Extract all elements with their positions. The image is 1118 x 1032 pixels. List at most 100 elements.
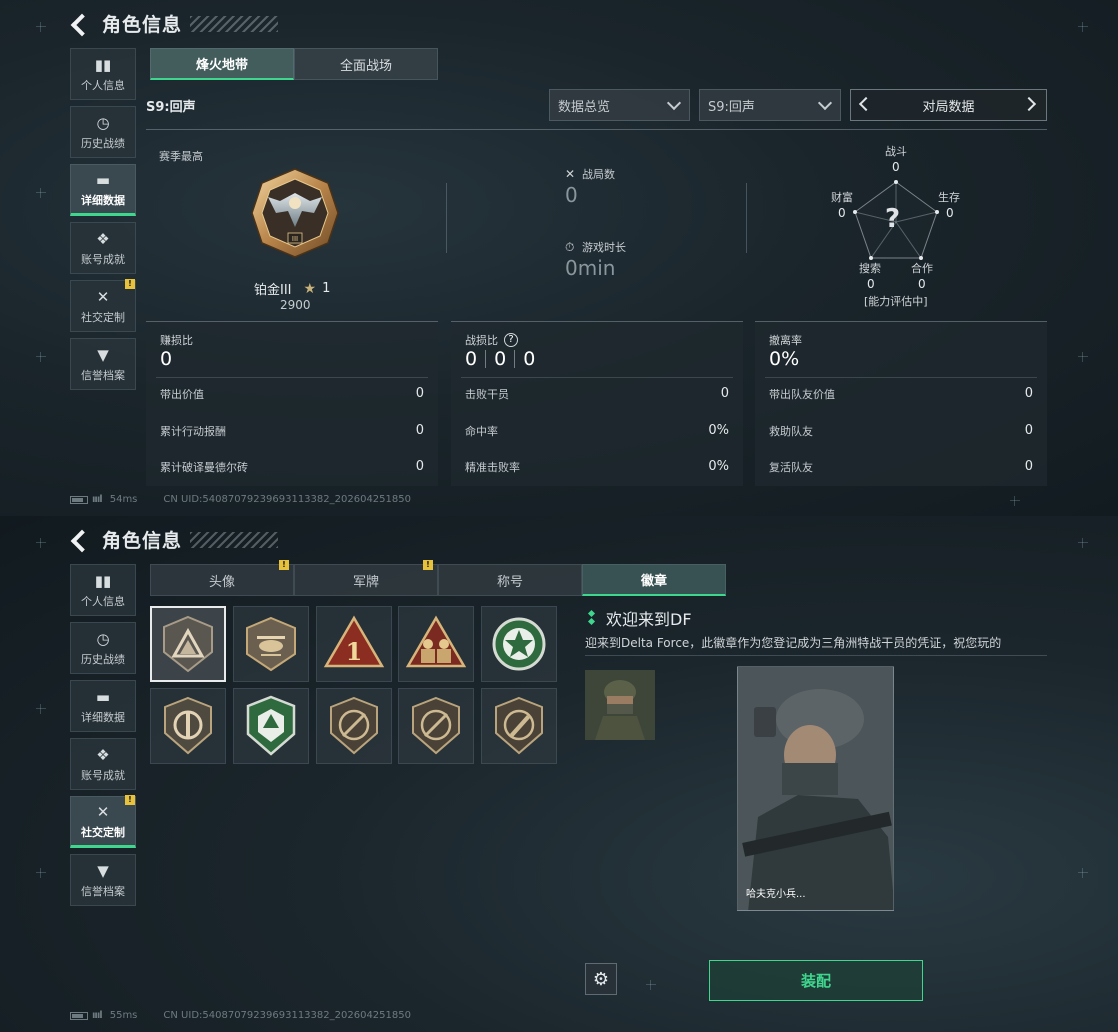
stat-row-value: 0	[1024, 423, 1033, 438]
tab-avatar[interactable]: 头像 !	[150, 560, 294, 596]
divider	[585, 655, 1047, 656]
playtime-value: 0min	[565, 256, 616, 280]
sidebar-item-personal-info[interactable]: ▮▮ 个人信息	[70, 564, 136, 616]
rank-stars: 1	[322, 281, 331, 296]
customization-tabs: 头像 ! 军牌 ! 称号 徽章	[150, 560, 726, 596]
soldiers-emblem-icon[interactable]	[398, 606, 474, 682]
battery-icon	[70, 495, 88, 504]
radar-wealth-label: 财富	[831, 191, 853, 204]
sidebar-item-label: 账号成就	[81, 252, 125, 266]
overview-dropdown[interactable]: 数据总览	[549, 89, 690, 121]
stat-row-value: 0	[1024, 386, 1033, 401]
back-arrow-icon[interactable]	[70, 13, 92, 35]
radar-combat-label: 战斗	[885, 145, 907, 158]
notification-badge: !	[125, 795, 135, 805]
sidebar-item-label: 账号成就	[81, 768, 125, 782]
operator-card[interactable]: 哈夫克小兵...	[737, 666, 894, 911]
radar-center-mark: ?	[885, 204, 901, 234]
grid-cross	[36, 868, 46, 878]
stat-row: 命中率 0%	[465, 423, 729, 439]
season-dropdown[interactable]: S9:回声	[699, 89, 841, 121]
settings-gear-button[interactable]: ⚙	[585, 963, 617, 995]
triangle-emblem-icon[interactable]	[150, 606, 226, 682]
notification-badge: !	[423, 560, 433, 570]
badge-detail-title: 欢迎来到DF	[588, 606, 692, 630]
grid-cross	[1010, 496, 1020, 506]
sidebar-item-achievements[interactable]: ❖ 账号成就	[70, 222, 136, 274]
divider	[446, 183, 447, 253]
stat-row: 累计破译曼德尔砖 0	[160, 459, 424, 475]
kill-death-card: 战损比 ? 0 0 0 击败干员 0 命中率 0% 精准击败率 0%	[451, 321, 743, 486]
stat-row-label: 累计破译曼德尔砖	[160, 461, 248, 474]
help-icon[interactable]: ?	[504, 333, 518, 347]
sidebar-item-social[interactable]: ✕ 社交定制 !	[70, 795, 136, 848]
sidebar-item-social[interactable]: ✕ 社交定制 !	[70, 279, 136, 332]
stat-row: 精准击败率 0%	[465, 459, 729, 475]
radar-coop-label: 合作	[911, 262, 933, 275]
sidebar-item-detailed-data[interactable]: ▬ 详细数据	[70, 164, 136, 216]
divider	[461, 377, 733, 378]
sidebar-item-label: 历史战绩	[81, 652, 125, 666]
rank-score: 2900	[280, 298, 311, 312]
tab-label: 军牌	[352, 574, 379, 590]
grid-cross	[36, 538, 46, 548]
number-one-emblem-icon[interactable]: 1	[316, 606, 392, 682]
tools-icon: ✕	[96, 287, 110, 306]
kd-value: 0	[494, 348, 507, 370]
tab-label: 头像	[208, 574, 235, 590]
stat-row-label: 带出队友价值	[769, 388, 835, 401]
tab-hazard-zone[interactable]: 烽火地带	[150, 48, 294, 80]
sidebar-item-history[interactable]: ◷ 历史战绩	[70, 622, 136, 674]
radar-coop-value: 0	[918, 277, 926, 291]
shield-roundel-emblem-icon[interactable]	[150, 688, 226, 764]
season-rank: 铂金III ★ 1	[254, 279, 331, 299]
sidebar-item-achievements[interactable]: ❖ 账号成就	[70, 738, 136, 790]
ping: 54ms	[109, 494, 138, 505]
season-title: S9:回声	[146, 100, 196, 115]
sidebar-item-label: 历史战绩	[81, 136, 125, 150]
knife-emblem-icon[interactable]	[481, 688, 557, 764]
stat-row-label: 精准击败率	[465, 461, 520, 474]
grid-cross	[36, 352, 46, 362]
kd-value: 0	[523, 348, 536, 370]
sidebar-item-detailed-data[interactable]: ▬ 详细数据	[70, 680, 136, 732]
radar-combat-value: 0	[892, 160, 900, 174]
rifle-emblem-icon[interactable]	[316, 688, 392, 764]
stat-row-value: 0	[415, 386, 424, 401]
rifle-emblem-icon[interactable]	[398, 688, 474, 764]
mode-tabs: 烽火地带 全面战场	[150, 48, 438, 80]
sidebar-item-label: 社交定制	[81, 310, 125, 324]
back-arrow-icon[interactable]	[70, 529, 92, 551]
chevron-left-icon[interactable]	[858, 96, 874, 112]
stat-row: 带出价值 0	[160, 386, 424, 402]
sidebar: ▮▮ 个人信息 ◷ 历史战绩 ▬ 详细数据 ❖ 账号成就 ✕ 社交定制 ! ▼ …	[70, 48, 136, 396]
sidebar-item-reputation[interactable]: ▼ 信誉档案	[70, 854, 136, 906]
chevron-right-icon[interactable]	[1021, 96, 1037, 112]
sidebar-item-reputation[interactable]: ▼ 信誉档案	[70, 338, 136, 390]
tab-full-battlefield[interactable]: 全面战场	[294, 48, 438, 80]
star-wreath-emblem-icon[interactable]	[481, 606, 557, 682]
page-title: 角色信息	[102, 530, 183, 552]
helicopter-emblem-icon[interactable]	[233, 606, 309, 682]
card-title: 战损比 ?	[465, 332, 518, 348]
tab-dog-tag[interactable]: 军牌 !	[294, 560, 438, 596]
tab-badge[interactable]: 徽章	[582, 564, 726, 596]
operator-avatar[interactable]	[585, 670, 655, 740]
stat-row-value: 0	[1024, 459, 1033, 474]
chevron-down-icon	[817, 95, 833, 111]
green-shield-emblem-icon[interactable]	[233, 688, 309, 764]
grid-cross	[646, 980, 656, 990]
folder-icon: ▬	[95, 687, 111, 706]
profit-loss-card: 赚损比 0 带出价值 0 累计行动报酬 0 累计破译曼德尔砖 0	[146, 321, 438, 486]
sidebar: ▮▮ 个人信息 ◷ 历史战绩 ▬ 详细数据 ❖ 账号成就 ✕ 社交定制 ! ▼ …	[70, 564, 136, 912]
sidebar-item-personal-info[interactable]: ▮▮ 个人信息	[70, 48, 136, 100]
achievement-icon: ❖	[96, 745, 110, 764]
grid-cross	[36, 188, 46, 198]
status-bar: ıııl 54ms CN UID:5408707923969311338​2_2…	[70, 494, 411, 505]
divider	[485, 350, 487, 368]
radar-search-value: 0	[867, 277, 875, 291]
sidebar-item-history[interactable]: ◷ 历史战绩	[70, 106, 136, 158]
equip-button[interactable]: 装配	[709, 960, 923, 1001]
matches-label-text: 战局数	[582, 168, 615, 181]
tab-title[interactable]: 称号	[438, 564, 582, 596]
